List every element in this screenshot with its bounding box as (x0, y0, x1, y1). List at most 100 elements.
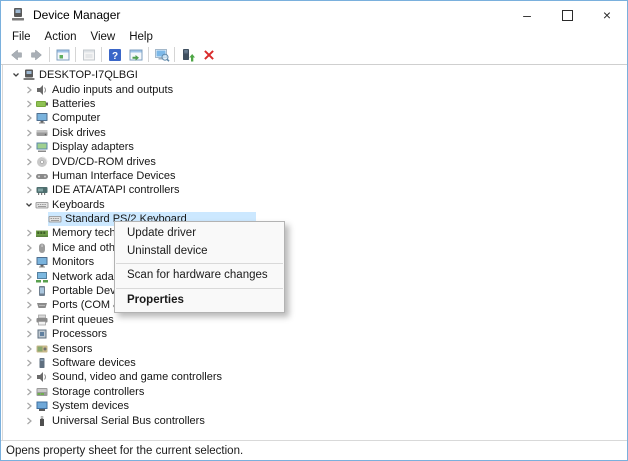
tree-item-print-queues[interactable]: Print queues (3, 313, 626, 327)
tree-item-content: Universal Serial Bus controllers (35, 414, 208, 428)
arrow-right-icon (29, 47, 45, 63)
tree-item-label: IDE ATA/ATAPI controllers (52, 184, 183, 196)
chevron-right-icon[interactable] (22, 98, 35, 110)
chevron-right-icon[interactable] (22, 256, 35, 268)
tree-item-content: Disk drives (35, 126, 109, 140)
tree-item-human-interface-devices[interactable]: Human Interface Devices (3, 169, 626, 183)
tree-item-portable-devices[interactable]: Portable Devices (3, 284, 626, 298)
chevron-right-icon[interactable] (22, 328, 35, 340)
tree-item-desktop-i7qlbgi[interactable]: DESKTOP-I7QLBGI (3, 68, 626, 82)
chevron-right-icon[interactable] (22, 400, 35, 412)
chevron-right-icon[interactable] (22, 357, 35, 369)
tree-item-computer[interactable]: Computer (3, 111, 626, 125)
tree-item-label: Disk drives (52, 127, 109, 139)
tree-item-disk-drives[interactable]: Disk drives (3, 126, 626, 140)
tree-item-sensors[interactable]: Sensors (3, 341, 626, 355)
tree-item-sound-video-and-game-controllers[interactable]: Sound, video and game controllers (3, 370, 626, 384)
disc-icon (35, 156, 49, 168)
tree-item-monitors[interactable]: Monitors (3, 255, 626, 269)
chevron-down-icon[interactable] (22, 199, 35, 211)
show-action-pane-button[interactable] (125, 46, 146, 64)
tree-item-standard-ps-2-keyboard[interactable]: Standard PS/2 Keyboard (3, 212, 626, 226)
tree-item-network-adapters[interactable]: Network adapters (3, 269, 626, 283)
chevron-right-icon[interactable] (22, 112, 35, 124)
window-title: Device Manager (33, 8, 507, 22)
device-manager-app-icon (10, 7, 26, 23)
tree-item-keyboards[interactable]: Keyboards (3, 198, 626, 212)
usb-icon (35, 415, 49, 427)
chevron-right-icon[interactable] (22, 141, 35, 153)
show-console-tree-button[interactable] (52, 46, 73, 64)
mouse-icon (35, 242, 49, 254)
help-button[interactable]: ? (104, 46, 125, 64)
menu-file[interactable]: File (5, 30, 38, 44)
chevron-right-icon[interactable] (22, 242, 35, 254)
close-button[interactable]: × (587, 1, 627, 29)
tree-item-mice-and-other-pointing-devices[interactable]: Mice and other pointing devices (3, 241, 626, 255)
chevron-right-icon[interactable] (22, 386, 35, 398)
tree-item-content: Storage controllers (35, 385, 147, 399)
tree-item-label: DESKTOP-I7QLBGI (39, 69, 141, 81)
chevron-right-icon[interactable] (22, 415, 35, 427)
network-icon (35, 271, 49, 283)
chevron-right-icon[interactable] (22, 343, 35, 355)
chevron-right-icon[interactable] (22, 184, 35, 196)
tree-item-universal-serial-bus-controllers[interactable]: Universal Serial Bus controllers (3, 413, 626, 427)
context-menu-item-scan-for-hardware-changes[interactable]: Scan for hardware changes (115, 267, 284, 285)
tree-item-label: Keyboards (52, 199, 108, 211)
chevron-right-icon[interactable] (22, 156, 35, 168)
processor-icon (35, 328, 49, 340)
chevron-right-icon[interactable] (22, 299, 35, 311)
menu-view[interactable]: View (84, 30, 123, 44)
window-controls: –× (507, 1, 627, 29)
chevron-down-icon[interactable] (9, 69, 22, 81)
menu-action[interactable]: Action (38, 30, 84, 44)
properties-toolbar-button[interactable] (78, 46, 99, 64)
uninstall-device-button[interactable] (198, 46, 219, 64)
context-menu-item-properties[interactable]: Properties (115, 292, 284, 310)
chevron-right-icon[interactable] (22, 271, 35, 283)
tree-item-batteries[interactable]: Batteries (3, 97, 626, 111)
back-button[interactable] (5, 46, 26, 64)
printer-icon (35, 314, 49, 326)
context-menu-item-update-driver[interactable]: Update driver (115, 225, 284, 243)
title-bar: Device Manager –× (1, 1, 627, 29)
chevron-right-icon[interactable] (22, 227, 35, 239)
scan-for-hardware-changes-button[interactable] (151, 46, 172, 64)
audio-icon (35, 371, 49, 383)
status-bar: Opens property sheet for the current sel… (1, 440, 627, 460)
tree-item-audio-inputs-and-outputs[interactable]: Audio inputs and outputs (3, 82, 626, 96)
tree-item-label: Sensors (52, 343, 95, 355)
chevron-right-icon[interactable] (22, 371, 35, 383)
minimize-button[interactable]: – (507, 1, 547, 29)
forward-button[interactable] (26, 46, 47, 64)
update-driver-button[interactable] (177, 46, 198, 64)
maximize-button[interactable] (547, 1, 587, 29)
tree-item-ports-com-lpt[interactable]: Ports (COM & LPT) (3, 298, 626, 312)
tree-item-label: Storage controllers (52, 386, 147, 398)
svg-text:?: ? (111, 51, 117, 62)
tree-item-content: IDE ATA/ATAPI controllers (35, 183, 183, 197)
computer-icon (22, 69, 36, 81)
tree-item-storage-controllers[interactable]: Storage controllers (3, 385, 626, 399)
chevron-right-icon[interactable] (22, 170, 35, 182)
tree-item-processors[interactable]: Processors (3, 327, 626, 341)
battery-icon (35, 98, 49, 110)
tree-item-content: Computer (35, 111, 103, 125)
tree-item-system-devices[interactable]: System devices (3, 399, 626, 413)
tree-item-dvd-cd-rom-drives[interactable]: DVD/CD-ROM drives (3, 154, 626, 168)
arrow-left-icon (8, 47, 24, 63)
tree-item-memory-technology-devices[interactable]: Memory technology devices (3, 226, 626, 240)
chevron-right-icon[interactable] (22, 314, 35, 326)
context-menu-item-uninstall-device[interactable]: Uninstall device (115, 243, 284, 261)
tree-item-ide-ata-atapi-controllers[interactable]: IDE ATA/ATAPI controllers (3, 183, 626, 197)
menu-separator (116, 263, 283, 264)
menu-help[interactable]: Help (122, 30, 160, 44)
chevron-right-icon[interactable] (22, 127, 35, 139)
chevron-right-icon[interactable] (22, 285, 35, 297)
chevron-right-icon[interactable] (22, 84, 35, 96)
tree-item-label: Display adapters (52, 141, 137, 153)
tree-item-display-adapters[interactable]: Display adapters (3, 140, 626, 154)
tree-item-software-devices[interactable]: Software devices (3, 356, 626, 370)
toolbar-separator (49, 47, 50, 62)
